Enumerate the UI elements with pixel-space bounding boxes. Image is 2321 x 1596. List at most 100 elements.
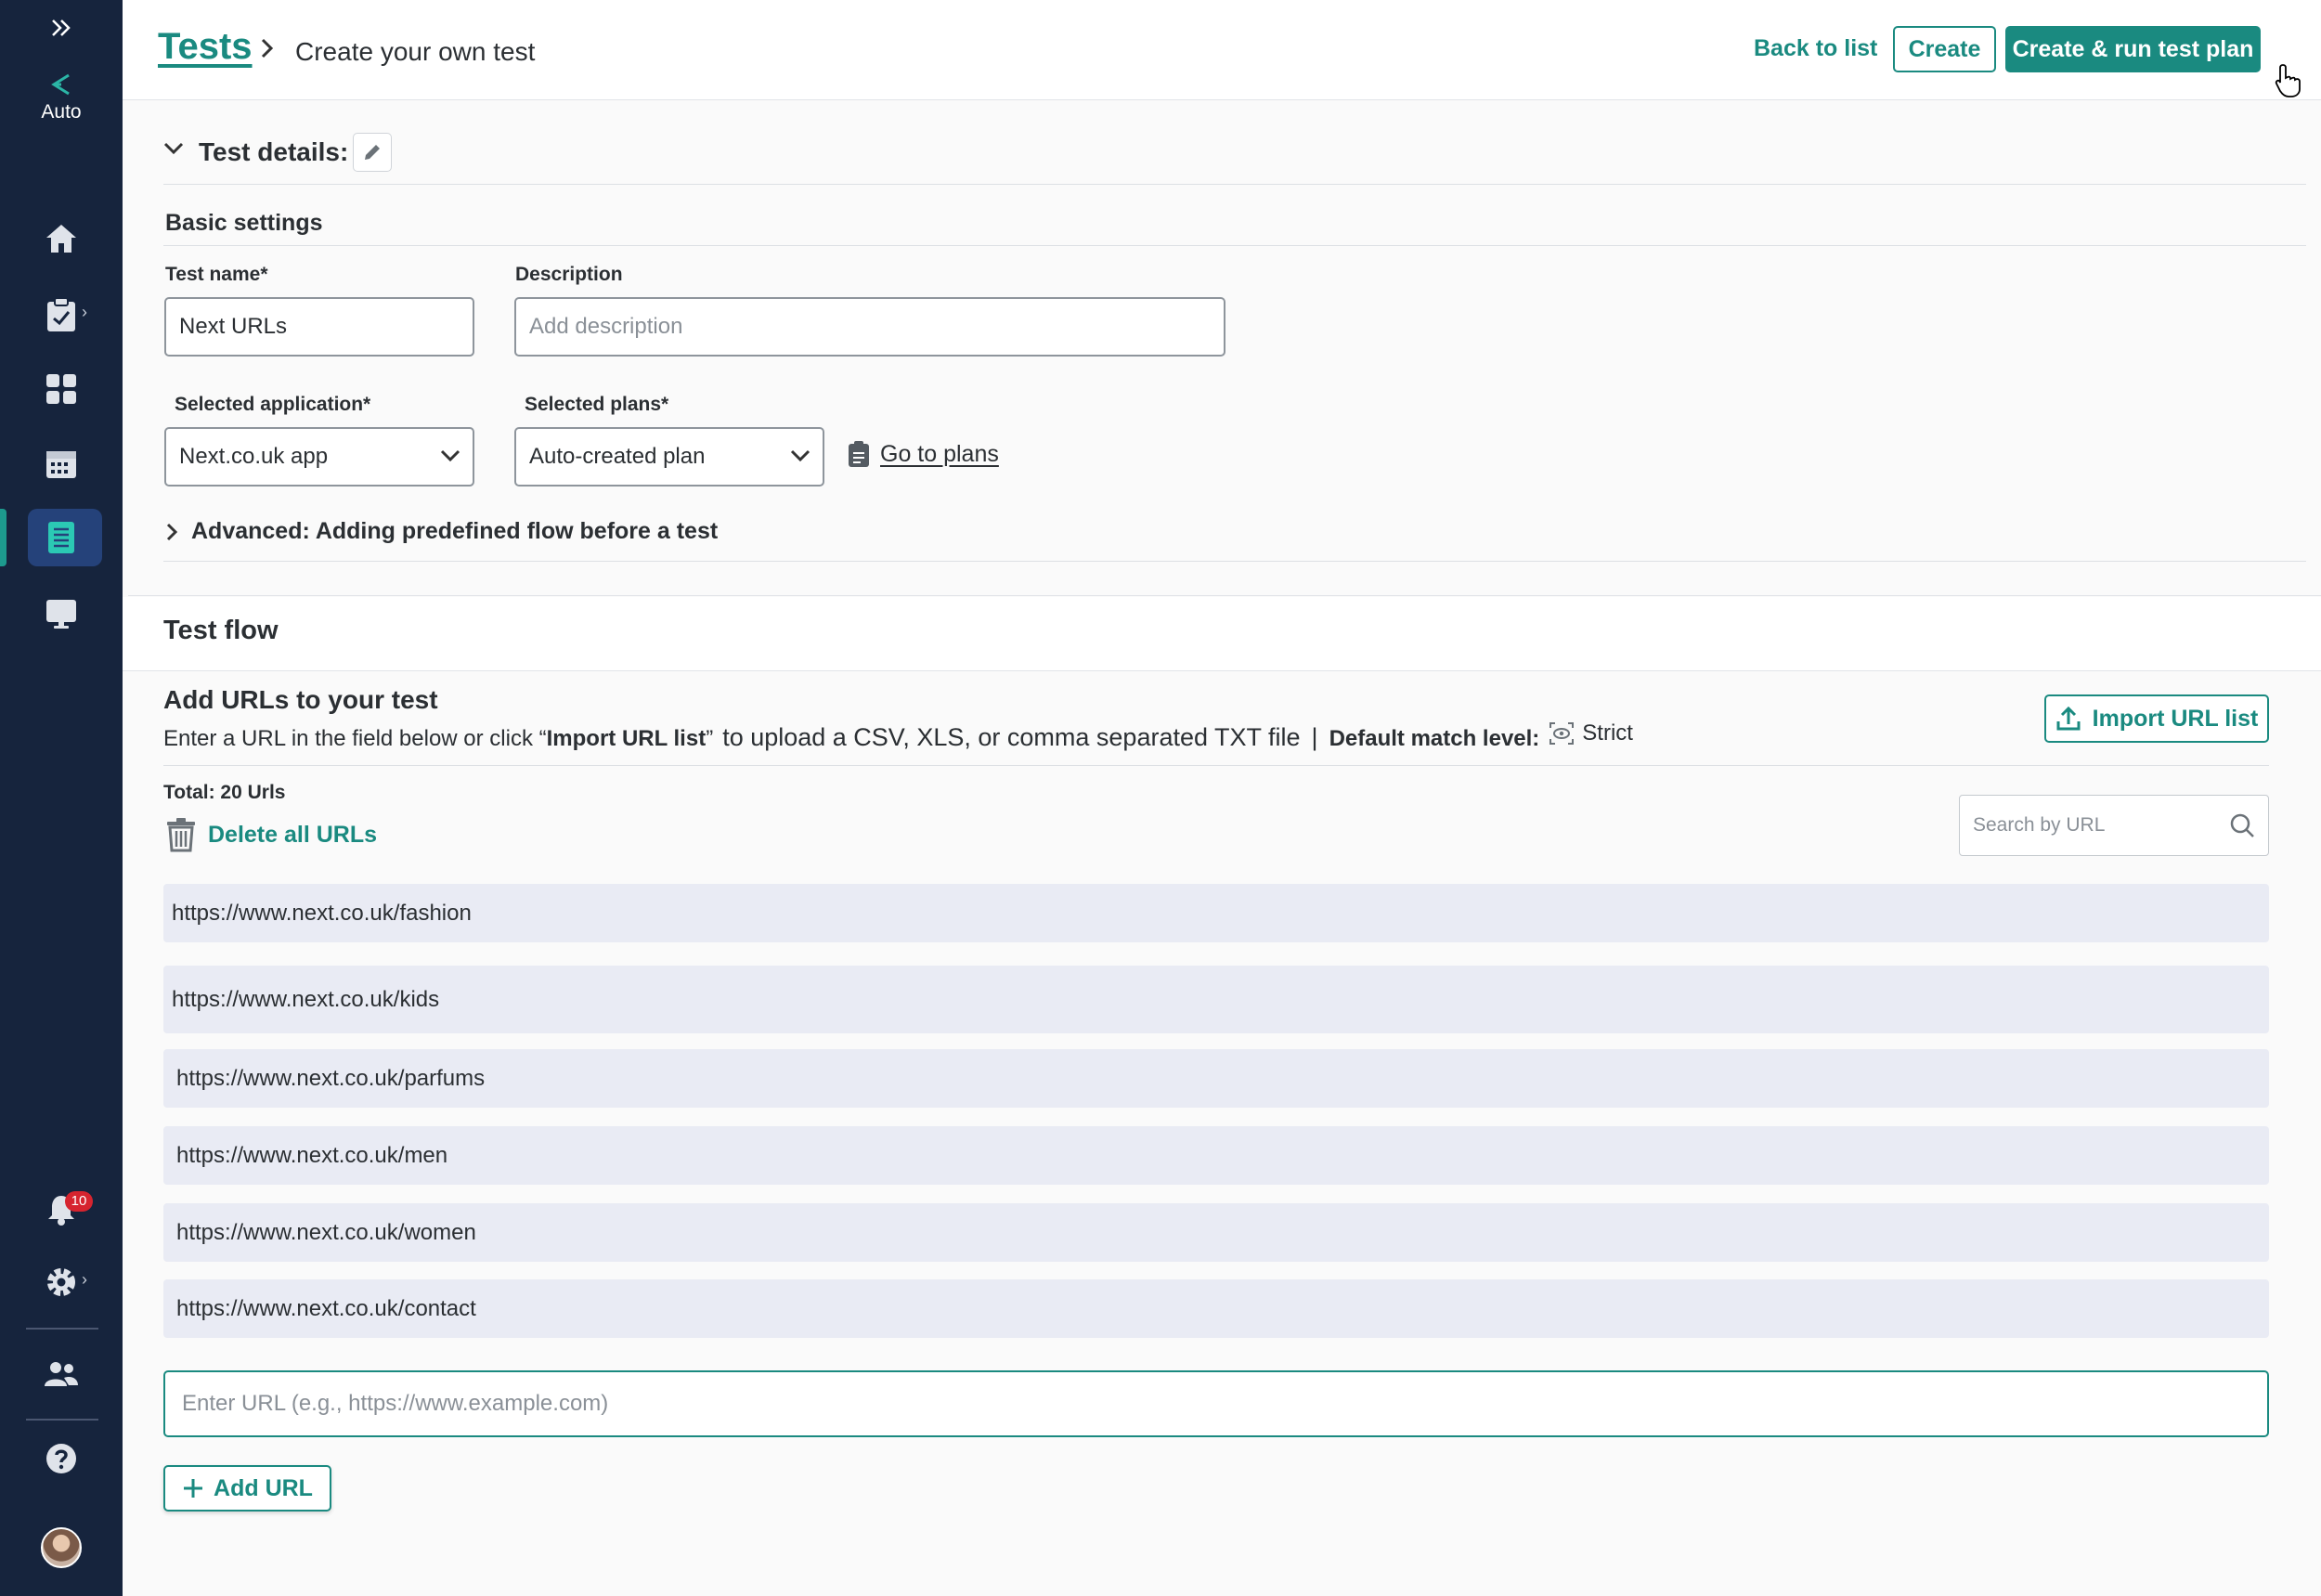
delete-all-urls-button[interactable]: Delete all URLs xyxy=(165,817,377,852)
advanced-flow-toggle[interactable]: Advanced: Adding predefined flow before … xyxy=(165,518,718,545)
url-text: https://www.next.co.uk/women xyxy=(176,1219,476,1245)
add-url-button[interactable]: Add URL xyxy=(163,1465,331,1512)
go-to-plans-label: Go to plans xyxy=(880,440,999,467)
divider xyxy=(163,245,2306,246)
url-list-item[interactable]: https://www.next.co.uk/parfums xyxy=(163,1049,2269,1108)
back-to-list-button[interactable]: Back to list xyxy=(1754,35,1877,62)
description-label: Description xyxy=(515,264,623,285)
selected-application-label: Selected application* xyxy=(175,394,371,415)
url-text: https://www.next.co.uk/contact xyxy=(176,1295,476,1321)
instructions-import-text: Import URL list xyxy=(546,726,707,751)
help-button[interactable] xyxy=(0,1435,123,1482)
expand-sidebar-button[interactable] xyxy=(0,9,123,46)
match-level-label: Default match level: xyxy=(1329,726,1540,751)
edit-details-button[interactable] xyxy=(353,133,392,172)
separator: | xyxy=(1311,723,1318,751)
enter-url-input[interactable]: Enter URL (e.g., https://www.example.com… xyxy=(163,1370,2269,1437)
double-chevron-right-icon xyxy=(52,19,71,36)
hand-cursor-icon xyxy=(2275,64,2301,97)
sidebar-item-checklists[interactable]: › xyxy=(0,292,123,338)
dashboard-grid-icon xyxy=(46,374,76,404)
chevron-right-icon: › xyxy=(82,1270,87,1289)
test-name-input[interactable]: Next URLs xyxy=(164,297,474,357)
advanced-flow-label: Advanced: Adding predefined flow before … xyxy=(191,518,719,544)
chevron-right-icon: › xyxy=(82,303,87,321)
test-flow-title: Test flow xyxy=(163,616,279,645)
trash-icon xyxy=(167,818,195,852)
monitor-icon xyxy=(46,600,76,629)
list-document-icon xyxy=(48,522,74,553)
page-title: Create your own test xyxy=(295,37,536,66)
import-url-list-label: Import URL list xyxy=(2092,705,2259,732)
add-urls-heading: Add URLs to your test xyxy=(163,685,438,714)
plans-select-value: Auto-created plan xyxy=(529,444,706,469)
team-button[interactable] xyxy=(0,1351,123,1397)
url-text: https://www.next.co.uk/fashion xyxy=(172,900,472,926)
chevron-right-icon xyxy=(261,38,274,58)
create-button[interactable]: Create xyxy=(1893,26,1996,72)
clipboard-icon xyxy=(849,441,869,467)
create-and-run-button[interactable]: Create & run test plan xyxy=(2005,26,2261,72)
sidebar-item-home[interactable] xyxy=(0,215,123,262)
test-details-title: Test details: xyxy=(199,137,349,166)
sidebar-item-dashboard[interactable] xyxy=(0,366,123,412)
match-level-selector[interactable]: Strict xyxy=(1549,720,1633,746)
search-url-input[interactable]: Search by URL xyxy=(1959,795,2269,856)
chevron-down-icon[interactable] xyxy=(163,141,184,156)
url-list-item[interactable]: https://www.next.co.uk/women xyxy=(163,1203,2269,1262)
basic-settings-heading: Basic settings xyxy=(165,210,323,236)
notification-badge: 10 xyxy=(65,1191,93,1212)
url-list-item[interactable]: https://www.next.co.uk/kids xyxy=(163,966,2269,1033)
url-total-count: Total: 20 Urls xyxy=(163,782,286,803)
url-text: https://www.next.co.uk/men xyxy=(176,1142,448,1168)
divider xyxy=(163,184,2306,185)
settings-button[interactable]: › xyxy=(0,1259,123,1305)
url-list-item[interactable]: https://www.next.co.uk/contact xyxy=(163,1279,2269,1338)
sidebar-divider xyxy=(26,1328,98,1330)
auto-mode-button[interactable]: Auto xyxy=(0,65,123,130)
sidebar-divider xyxy=(26,1419,98,1421)
breadcrumb-tests-link[interactable]: Tests xyxy=(158,26,253,68)
auto-logo-icon xyxy=(51,73,70,96)
url-text: https://www.next.co.uk/kids xyxy=(172,986,440,1012)
application-select-value: Next.co.uk app xyxy=(179,444,329,469)
plans-select[interactable]: Auto-created plan xyxy=(514,427,824,487)
upload-icon xyxy=(2056,706,2081,731)
notifications-button[interactable] xyxy=(0,1187,123,1233)
page-header: Tests Create your own test Back to list … xyxy=(123,0,2321,100)
description-input[interactable]: Add description xyxy=(514,297,1225,357)
sidebar: Auto › 10 › xyxy=(0,0,123,1596)
chevron-right-icon xyxy=(166,523,178,540)
url-list-item[interactable]: https://www.next.co.uk/fashion xyxy=(163,884,2269,942)
sidebar-item-screens[interactable] xyxy=(0,590,123,637)
url-list-item[interactable]: https://www.next.co.uk/men xyxy=(163,1126,2269,1185)
help-icon xyxy=(46,1444,76,1473)
application-select[interactable]: Next.co.uk app xyxy=(164,427,474,487)
avatar[interactable] xyxy=(41,1527,82,1568)
calendar-icon xyxy=(46,451,76,478)
auto-label: Auto xyxy=(41,101,82,123)
sidebar-item-calendar[interactable] xyxy=(0,440,123,487)
go-to-plans-link[interactable]: Go to plans xyxy=(847,440,999,468)
gear-icon xyxy=(47,1268,75,1296)
sidebar-item-tests[interactable] xyxy=(0,514,123,561)
test-flow-header: Test flow xyxy=(123,597,2321,671)
match-level-value: Strict xyxy=(1582,720,1633,746)
chevron-down-icon xyxy=(790,449,810,462)
clipboard-check-icon xyxy=(47,297,75,331)
pencil-icon xyxy=(365,145,380,160)
instructions-formats: to upload a CSV, XLS, or comma separated… xyxy=(722,723,1301,751)
divider xyxy=(163,561,2306,562)
home-icon xyxy=(46,225,76,253)
enter-url-placeholder: Enter URL (e.g., https://www.example.com… xyxy=(182,1391,609,1416)
import-url-list-button[interactable]: Import URL list xyxy=(2044,694,2269,743)
add-url-label: Add URL xyxy=(214,1474,313,1501)
delete-all-urls-label: Delete all URLs xyxy=(208,821,378,848)
eye-scan-icon xyxy=(1549,722,1575,745)
url-text: https://www.next.co.uk/parfums xyxy=(176,1065,486,1091)
test-name-label: Test name* xyxy=(165,264,268,285)
users-icon xyxy=(45,1362,78,1386)
instructions-text: Enter a URL in the field below or click … xyxy=(163,726,547,751)
divider xyxy=(163,765,2269,766)
instructions-quote: ” xyxy=(706,726,714,751)
